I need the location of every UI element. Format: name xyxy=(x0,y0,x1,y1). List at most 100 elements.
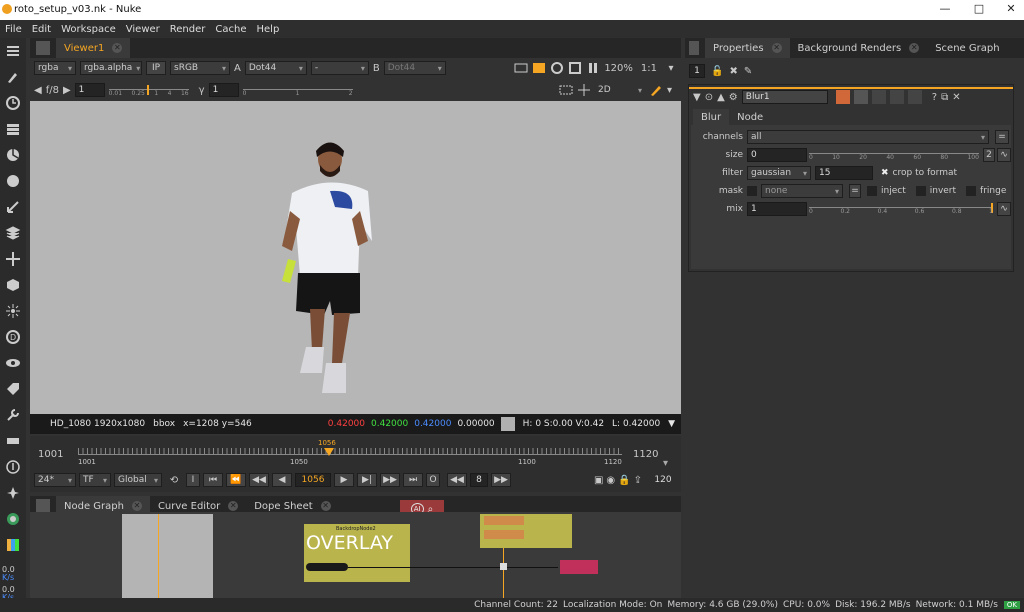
node-b[interactable] xyxy=(484,530,524,539)
backdrop-node[interactable]: BackdropNode2 OVERLAY xyxy=(304,524,410,582)
node-a[interactable] xyxy=(484,516,524,525)
other-tool[interactable] xyxy=(0,428,26,454)
close-window-button[interactable]: ✕ xyxy=(996,2,1024,18)
close-properties-icon[interactable]: ✕ xyxy=(771,43,782,53)
gamma-slider[interactable]: 0 1 2 xyxy=(242,83,353,97)
transform-handle-icon[interactable] xyxy=(577,83,591,97)
next-increment-button[interactable]: ▶▶ xyxy=(380,473,400,487)
node-graph[interactable]: BackdropNode2 OVERLAY xyxy=(30,512,681,598)
font-color-button[interactable] xyxy=(853,90,868,104)
tab-properties[interactable]: Properties ✕ xyxy=(705,38,790,58)
viewer-canvas[interactable] xyxy=(30,101,681,414)
colorspace-dropdown[interactable]: sRGB xyxy=(170,61,230,75)
menu-help[interactable]: Help xyxy=(257,24,280,35)
transform-tool[interactable] xyxy=(0,246,26,272)
channels-more-button[interactable]: = xyxy=(995,130,1009,144)
roi-icon[interactable] xyxy=(514,61,528,75)
next-frame-button[interactable]: ▶| xyxy=(357,473,377,487)
snapshot-icon[interactable] xyxy=(568,61,582,75)
gain-input[interactable]: 1 xyxy=(74,83,105,97)
channels-select[interactable]: all xyxy=(747,130,989,144)
settings-icon[interactable]: ⚙ xyxy=(729,92,738,103)
record-icon[interactable]: ◉ xyxy=(606,475,615,486)
panel-menu-icon[interactable] xyxy=(36,41,50,55)
views-tool[interactable] xyxy=(0,350,26,376)
furnace-tool[interactable] xyxy=(0,454,26,480)
comp-op-dropdown[interactable]: - xyxy=(310,61,369,75)
out-point-button[interactable]: O xyxy=(426,473,440,487)
in-point-button[interactable]: I xyxy=(186,473,200,487)
size-split-button[interactable]: 2 xyxy=(983,148,995,162)
node-color-icon[interactable]: ▲ xyxy=(717,92,725,103)
dot-node-2[interactable] xyxy=(500,563,507,570)
max-panels-input[interactable]: 1 xyxy=(689,64,705,78)
pause-icon[interactable] xyxy=(586,61,600,75)
timeline-track[interactable] xyxy=(78,454,622,455)
close-dope-sheet-icon[interactable]: ✕ xyxy=(320,501,331,511)
menu-viewer[interactable]: Viewer xyxy=(126,24,160,35)
channel-alpha-dropdown[interactable]: rgba.alpha xyxy=(80,61,142,75)
flipbook-icon[interactable]: ▣ xyxy=(594,475,603,486)
gain-slider[interactable]: 0.01 0.25 1 4 16 xyxy=(108,83,189,97)
prev-key-button[interactable]: ⏪ xyxy=(226,473,246,487)
b-input-dropdown[interactable]: Dot44 xyxy=(383,61,446,75)
color-tool[interactable] xyxy=(0,142,26,168)
collapse-icon[interactable]: ▼ xyxy=(693,92,701,103)
filter-select[interactable]: gaussian xyxy=(747,166,811,180)
channel-tool[interactable] xyxy=(0,116,26,142)
fstop-right-icon[interactable]: ▶ xyxy=(63,85,71,96)
size-input[interactable]: 0 xyxy=(747,148,807,162)
minimize-button[interactable]: — xyxy=(930,2,960,18)
keyer-tool[interactable] xyxy=(0,194,26,220)
end-frame-value[interactable]: 120 xyxy=(645,473,681,487)
size-slider[interactable]: 0 10 20 40 60 80 100 xyxy=(809,148,979,162)
mask-checkbox[interactable] xyxy=(747,186,757,196)
time-tool[interactable] xyxy=(0,90,26,116)
tab-viewer1[interactable]: Viewer1 ✕ xyxy=(56,38,131,58)
tab-node[interactable]: Node xyxy=(729,109,771,125)
3d-tool[interactable] xyxy=(0,272,26,298)
step-back-button[interactable]: ◀◀ xyxy=(447,473,467,487)
inject-checkbox[interactable] xyxy=(867,186,877,196)
view-mode-dropdown[interactable]: 2D xyxy=(595,83,645,97)
clear-panels-icon[interactable]: ✖ xyxy=(729,66,737,77)
particles-tool[interactable] xyxy=(0,298,26,324)
merge-node[interactable] xyxy=(560,560,598,574)
fps-dropdown[interactable]: 24* xyxy=(34,473,76,487)
filter-quality-input[interactable]: 15 xyxy=(815,166,873,180)
close-background-renders-icon[interactable]: ✕ xyxy=(909,43,920,53)
viewer-toggle-icon[interactable]: ⊙ xyxy=(705,92,713,103)
ip-button[interactable]: IP xyxy=(146,61,166,75)
revert-button[interactable] xyxy=(907,90,922,104)
step-input[interactable]: 8 xyxy=(470,473,488,487)
mix-animation-button[interactable]: ∿ xyxy=(997,202,1011,216)
node-thumbnail[interactable] xyxy=(122,514,213,598)
mix-slider[interactable]: 0 0.2 0.4 0.6 0.8 1 xyxy=(809,202,993,216)
a-input-dropdown[interactable]: Dot44 xyxy=(244,61,307,75)
redo-button[interactable] xyxy=(889,90,904,104)
first-frame-button[interactable]: ⏮ xyxy=(203,473,223,487)
current-frame-input[interactable]: 1056 xyxy=(295,473,331,487)
ratio-dropdown-icon[interactable]: ▾ xyxy=(661,63,681,74)
export-icon[interactable]: ⇪ xyxy=(634,475,642,486)
panel-menu-icon-3[interactable] xyxy=(689,41,699,55)
lock-icon[interactable]: 🔒 xyxy=(618,475,630,486)
play-button[interactable]: ▶ xyxy=(334,473,354,487)
zoom-level[interactable]: 120% xyxy=(604,63,633,74)
edit-panels-icon[interactable]: ✎ xyxy=(744,66,752,77)
deep-tool[interactable]: D xyxy=(0,324,26,350)
range-dropdown[interactable]: Global xyxy=(114,473,162,487)
mask-more-button[interactable]: = xyxy=(849,184,861,198)
paint-icon[interactable] xyxy=(649,83,663,97)
panel-menu-icon-2[interactable] xyxy=(36,499,50,513)
toolsets-tool[interactable] xyxy=(0,402,26,428)
merge-tool[interactable] xyxy=(0,220,26,246)
float-panel-icon[interactable]: ⧉ xyxy=(941,92,948,103)
viewer-menu-icon[interactable]: ▾ xyxy=(667,85,681,96)
menu-workspace[interactable]: Workspace xyxy=(61,24,116,35)
menu-edit[interactable]: Edit xyxy=(32,24,51,35)
tf-dropdown[interactable]: TF xyxy=(79,473,111,487)
tab-blur[interactable]: Blur xyxy=(693,109,730,125)
menu-file[interactable]: File xyxy=(5,24,22,35)
roi-dashed-icon[interactable] xyxy=(559,83,573,97)
